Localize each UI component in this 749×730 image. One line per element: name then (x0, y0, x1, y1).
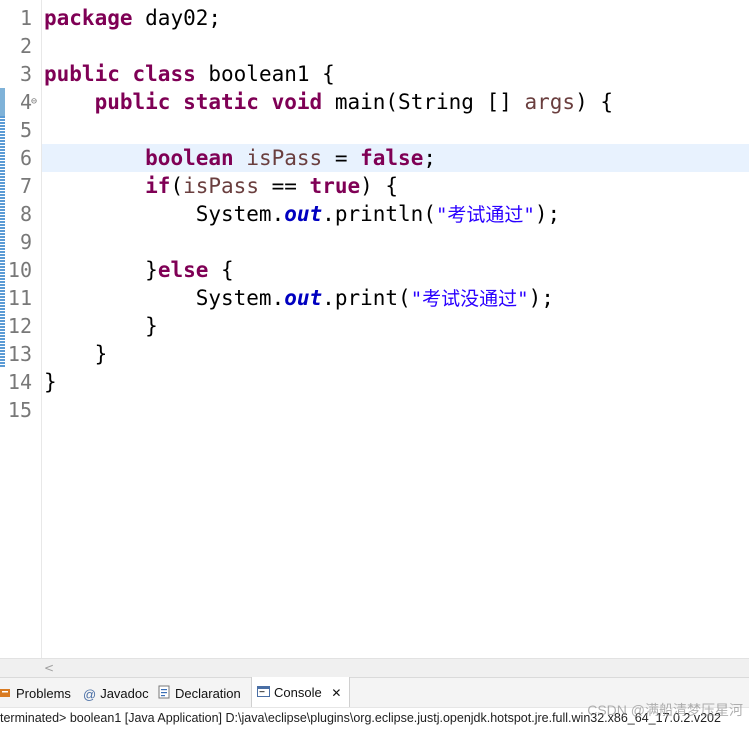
code-text: .println( (322, 202, 436, 226)
variable-name: isPass (233, 146, 323, 170)
line-number: 10 (7, 258, 32, 282)
tab-label: Javadoc (100, 686, 149, 701)
line-number: 11 (7, 286, 32, 310)
code-text: = (322, 146, 361, 170)
variable-name: isPass (183, 174, 259, 198)
line-number: 14 (7, 370, 32, 394)
scroll-left-icon[interactable]: < (44, 659, 54, 677)
close-icon[interactable]: ✕ (331, 686, 341, 700)
code-line-12[interactable]: } (44, 312, 158, 340)
code-text: System. (195, 202, 285, 226)
string-literal: "考试没通过" (410, 288, 529, 310)
line-number: 13 (7, 342, 32, 366)
code-text: day02; (132, 6, 222, 30)
code-line-4[interactable]: public static void main(String [] args) … (44, 88, 613, 116)
code-text: ) { (575, 90, 613, 114)
fold-collapse-icon[interactable]: ⊖ (31, 88, 37, 116)
code-text: ; (423, 146, 436, 170)
keyword: if (145, 174, 171, 198)
keyword: public (94, 90, 171, 114)
tab-javadoc[interactable]: @ Javadoc (83, 678, 149, 708)
tab-label: Console (274, 685, 322, 700)
tab-console[interactable]: Console ✕ (251, 677, 351, 710)
keyword: void (271, 90, 323, 114)
code-line-11[interactable]: System.out.print("考试没通过"); (44, 284, 554, 313)
keyword: true (309, 174, 361, 198)
code-line-10[interactable]: }else { (44, 256, 234, 284)
line-number: 12 (7, 314, 32, 338)
code-text: System. (195, 286, 285, 310)
keyword: static (183, 90, 259, 114)
line-number: 4 (19, 90, 32, 114)
line-number: 6 (19, 146, 32, 170)
tab-label: Declaration (175, 686, 241, 701)
line-number: 15 (7, 398, 32, 422)
declaration-icon (158, 679, 171, 711)
code-line-1[interactable]: package day02; (44, 4, 221, 32)
code-text: ); (534, 202, 561, 226)
static-field: out (284, 286, 323, 310)
line-number: 2 (19, 34, 32, 58)
tab-problems[interactable]: Problems (0, 678, 71, 708)
code-text: ) { (360, 174, 399, 198)
tab-declaration[interactable]: Declaration (158, 678, 241, 708)
keyword: package (44, 6, 133, 30)
at-icon: @ (83, 686, 97, 702)
code-text: boolean1 { (195, 62, 335, 86)
watermark: CSDN @满船清梦压星河 (587, 702, 743, 718)
keyword: else (157, 258, 209, 282)
tab-label: Problems (16, 686, 71, 701)
code-text: main(String [] (322, 90, 525, 114)
keyword: public (44, 62, 120, 86)
code-line-7[interactable]: if(isPass == true) { (44, 172, 398, 200)
line-number: 5 (19, 118, 32, 142)
line-number: 7 (19, 174, 32, 198)
keyword: class (132, 62, 196, 86)
code-line-8[interactable]: System.out.println("考试通过"); (44, 200, 560, 229)
code-text: ( (170, 174, 184, 198)
keyword: boolean (145, 146, 234, 170)
horizontal-scrollbar[interactable]: < (0, 658, 749, 677)
code-text: .print( (322, 286, 411, 310)
code-line-6[interactable]: boolean isPass = false; (44, 144, 436, 172)
code-line-13[interactable]: } (44, 340, 108, 368)
code-editor[interactable]: 1 2 3 4 ⊖ 5 6 7 8 9 10 11 12 13 14 15 pa… (0, 0, 749, 658)
console-icon (257, 678, 270, 710)
line-number: 3 (19, 62, 32, 86)
problems-icon (0, 679, 12, 711)
static-field: out (284, 202, 323, 226)
code-line-3[interactable]: public class boolean1 { (44, 60, 335, 88)
code-text: } (145, 258, 158, 282)
line-number: 1 (19, 6, 32, 30)
keyword: false (360, 146, 424, 170)
code-text: { (208, 258, 234, 282)
string-literal: "考试通过" (435, 204, 535, 226)
parameter-name: args (524, 90, 576, 114)
code-text: == (258, 174, 310, 198)
code-text: ); (528, 286, 554, 310)
code-line-14[interactable]: } (44, 368, 57, 396)
line-number: 9 (19, 230, 32, 254)
line-number: 8 (19, 202, 32, 226)
